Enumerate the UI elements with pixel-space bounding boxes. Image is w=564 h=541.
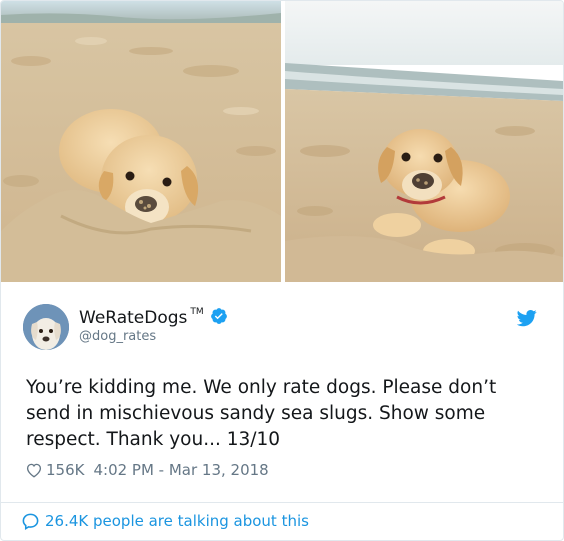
author-handle[interactable]: @dog_rates	[79, 329, 156, 344]
author-name-line[interactable]: WeRateDogs TM	[79, 307, 228, 328]
speech-bubble-icon	[21, 512, 40, 531]
tweet-photo-2[interactable]	[285, 1, 563, 282]
author-name[interactable]: WeRateDogs	[79, 308, 187, 328]
like-count[interactable]: 156K	[46, 461, 84, 479]
tweet-meta: 156K 4:02 PM - Mar 13, 2018	[25, 460, 269, 480]
dog-avatar-icon	[23, 304, 69, 350]
puppy-in-sand-image	[1, 1, 281, 282]
author-avatar[interactable]	[23, 304, 69, 350]
tweet-photo-1[interactable]	[1, 1, 281, 282]
heart-outline-icon[interactable]	[25, 461, 43, 479]
tweet-text: You’re kidding me. We only rate dogs. Pl…	[26, 377, 497, 450]
talking-link[interactable]: 26.4K people are talking about this	[21, 510, 309, 532]
trademark-symbol: TM	[190, 307, 204, 317]
tweet-card: WeRateDogs TM @dog_rates You’re kidding m…	[0, 0, 564, 541]
talking-label[interactable]: 26.4K people are talking about this	[45, 512, 309, 530]
twitter-bird-icon[interactable]	[516, 308, 537, 328]
tweet-timestamp[interactable]: 4:02 PM - Mar 13, 2018	[93, 461, 268, 479]
puppy-on-beach-image	[285, 1, 563, 282]
verified-badge-icon	[210, 307, 228, 325]
footer-divider	[1, 502, 563, 503]
tweet-header: WeRateDogs TM @dog_rates	[23, 304, 543, 352]
tweet-photos	[1, 1, 563, 284]
